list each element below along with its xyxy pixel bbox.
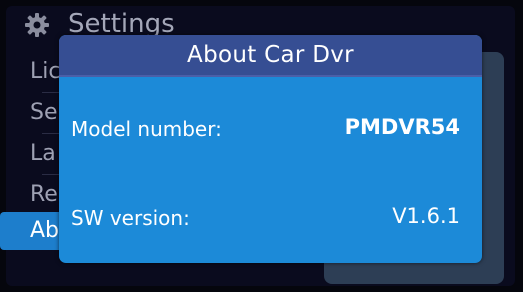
sw-version-value: V1.6.1 <box>392 204 460 228</box>
dialog-title: About Car Dvr <box>187 42 354 68</box>
device-screen: Settings Lic Se La Re Ab About Car Dvr M… <box>0 0 523 292</box>
sw-version-label: SW version: <box>71 206 190 230</box>
about-dialog: About Car Dvr Model number: PMDVR54 SW v… <box>59 35 482 263</box>
model-number-value: PMDVR54 <box>344 115 460 139</box>
model-number-label: Model number: <box>71 117 222 141</box>
gear-icon <box>25 13 49 37</box>
